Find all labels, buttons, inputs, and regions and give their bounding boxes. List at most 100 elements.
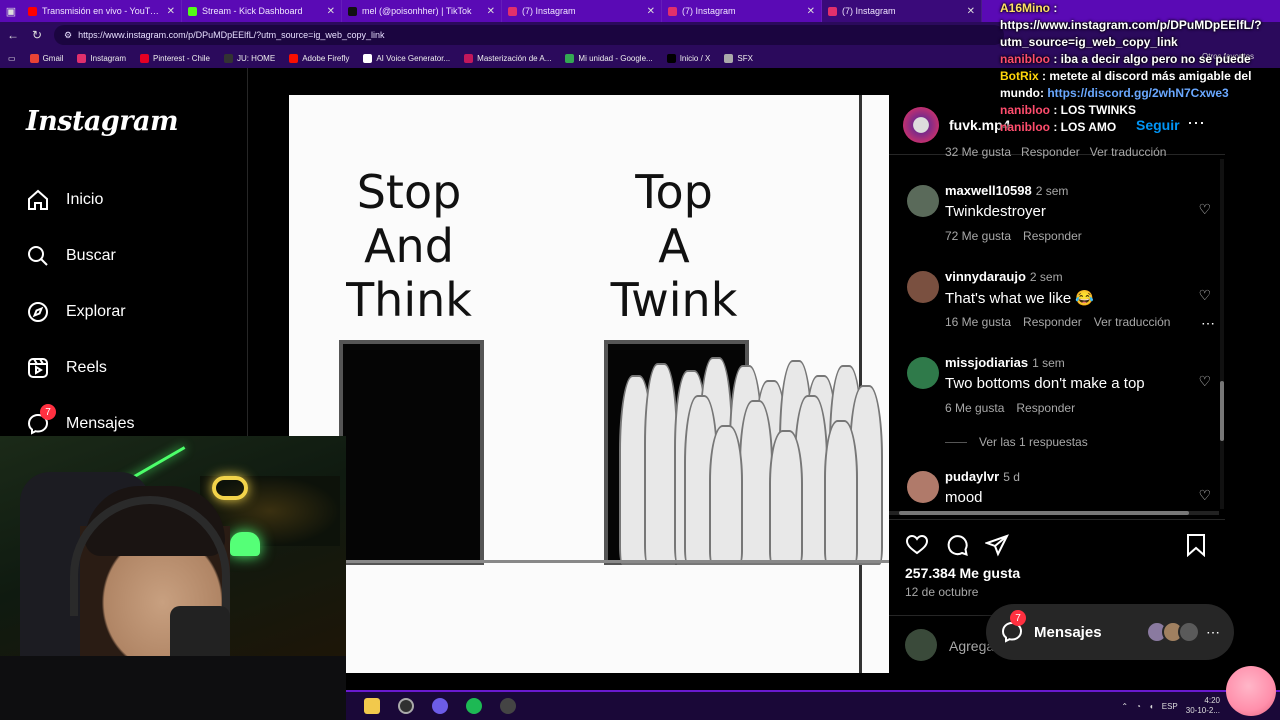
browser-tab[interactable]: Transmisión en vivo - YouTube St ✕ — [22, 0, 182, 22]
discord-icon[interactable] — [432, 698, 448, 714]
author-avatar[interactable] — [903, 107, 939, 143]
obs-icon[interactable] — [398, 698, 414, 714]
sidebar-item-buscar[interactable]: Buscar — [26, 244, 116, 268]
reply-button[interactable]: Responder — [1023, 229, 1082, 243]
file-explorer-icon[interactable] — [364, 698, 380, 714]
sidebar-item-label: Reels — [66, 359, 107, 376]
language-indicator[interactable]: ESP — [1162, 702, 1178, 711]
browser-tab[interactable]: (7) Instagram ✕ — [502, 0, 662, 22]
sidebar-item-explorar[interactable]: Explorar — [26, 300, 126, 324]
like-heart-icon[interactable] — [905, 533, 929, 557]
reload-icon[interactable]: ↻ — [30, 28, 44, 42]
browser-tab[interactable]: mel (@poisonhher) | TikTok ✕ — [342, 0, 502, 22]
close-icon[interactable]: ✕ — [647, 6, 655, 17]
chat-text: https://www.instagram.com/p/DPuMDpEElfL/… — [1000, 18, 1262, 49]
bookmark-item[interactable]: Gmail — [29, 53, 63, 63]
bookmarks-menu-icon[interactable]: ▭ — [8, 54, 16, 63]
sidebar-item-inicio[interactable]: Inicio — [26, 188, 103, 212]
bookmark-label: Inicio / X — [679, 53, 711, 63]
crowd-person — [709, 425, 743, 565]
app-icon[interactable] — [500, 698, 516, 714]
site-info-icon[interactable]: ⚙ — [64, 30, 72, 41]
heart-icon[interactable]: ♡ — [1198, 487, 1211, 504]
clock-time: 4:20 — [1204, 696, 1220, 705]
comment-meta: 72 Me gusta Responder — [945, 229, 1082, 243]
heart-icon[interactable]: ♡ — [1198, 287, 1211, 304]
back-icon[interactable]: ← — [6, 28, 20, 42]
commenter-username[interactable]: maxwell10598 — [945, 183, 1032, 198]
commenter-username[interactable]: missjodiarias — [945, 355, 1028, 370]
bookmark-item[interactable]: Pinterest - Chile — [140, 53, 210, 63]
clock[interactable]: 4:20 30-10-2... — [1186, 696, 1220, 716]
bookmark-item[interactable]: Masterización de A... — [464, 53, 551, 63]
view-replies-button[interactable]: Ver las 1 respuestas — [945, 435, 1088, 449]
sidebar-item-mensajes[interactable]: 7 Mensajes — [26, 404, 134, 436]
bookmark-icon[interactable] — [1185, 533, 1207, 557]
bookmark-item[interactable]: Mi unidad - Google... — [565, 53, 653, 63]
meme-text-right: Top A Twink — [610, 165, 738, 327]
comment-item: vinnydaraujo 2 sem That's what we like 😂 … — [907, 269, 1219, 339]
commenter-avatar[interactable] — [907, 357, 939, 389]
volume-icon[interactable]: ◖ — [1149, 702, 1154, 711]
post-image[interactable]: Stop And Think Top A Twink — [289, 95, 889, 673]
bookmark-item[interactable]: Inicio / X — [666, 53, 711, 63]
heart-icon[interactable]: ♡ — [1198, 373, 1211, 390]
browser-tab[interactable]: Stream - Kick Dashboard ✕ — [182, 0, 342, 22]
url-field[interactable]: ⚙ https://www.instagram.com/p/DPuMDpEElf… — [54, 25, 1004, 45]
commenter-username[interactable]: vinnydaraujo — [945, 269, 1026, 284]
close-icon[interactable]: ✕ — [167, 6, 175, 17]
messages-pill[interactable]: 7 Mensajes ⋯ — [986, 604, 1234, 660]
image-border-line — [859, 95, 862, 673]
hscroll-thumb[interactable] — [899, 511, 1189, 515]
browser-tab[interactable]: (7) Instagram ✕ — [822, 0, 982, 22]
wifi-icon[interactable]: ◔ — [1136, 702, 1141, 711]
translate-button[interactable]: Ver traducción — [1094, 315, 1171, 329]
bookmark-item[interactable]: AI Voice Generator... — [363, 53, 450, 63]
more-options-icon[interactable]: ⋯ — [1201, 315, 1215, 332]
comment-icon[interactable] — [945, 533, 969, 557]
instagram-logo[interactable]: Instagram — [26, 106, 179, 137]
close-icon[interactable]: ✕ — [967, 6, 975, 17]
comment-likes[interactable]: 16 Me gusta — [945, 315, 1011, 329]
share-icon[interactable] — [985, 533, 1009, 557]
tab-favicon-icon — [28, 6, 37, 16]
commenter-avatar[interactable] — [907, 185, 939, 217]
total-likes[interactable]: 257.384 Me gusta — [905, 565, 1020, 581]
chat-link[interactable]: https://discord.gg/2whN7Cxwe3 — [1047, 86, 1228, 100]
search-icon — [28, 246, 48, 266]
chat-separator: : — [1038, 69, 1050, 83]
commenter-avatar[interactable] — [907, 271, 939, 303]
stream-chat-overlay: A16Mino : https://www.instagram.com/p/DP… — [996, 0, 1280, 155]
close-icon[interactable]: ✕ — [487, 6, 495, 17]
commenter-username[interactable]: pudaylvr — [945, 469, 999, 484]
horizontal-scrollbar[interactable] — [889, 511, 1219, 515]
more-icon[interactable]: ⋯ — [1206, 624, 1220, 641]
comment-meta: 16 Me gusta Responder Ver traducción — [945, 315, 1170, 329]
comments-scrollbar[interactable] — [1220, 159, 1224, 509]
bookmark-item[interactable]: SFX — [724, 53, 753, 63]
browser-tab[interactable]: (7) Instagram ✕ — [662, 0, 822, 22]
close-icon[interactable]: ✕ — [807, 6, 815, 17]
bookmark-item[interactable]: Adobe Firefly — [289, 53, 349, 63]
bookmark-label: JU: HOME — [236, 53, 276, 63]
bookmark-item[interactable]: Instagram — [77, 53, 126, 63]
sidebar-item-label: Inicio — [66, 191, 104, 208]
comment-likes[interactable]: 6 Me gusta — [945, 401, 1004, 415]
heart-icon[interactable]: ♡ — [1198, 201, 1211, 218]
bookmark-label: SFX — [737, 53, 753, 63]
close-icon[interactable]: ✕ — [327, 6, 335, 17]
chat-separator: : — [1050, 1, 1058, 15]
comment-likes[interactable]: 72 Me gusta — [945, 229, 1011, 243]
chat-message: BotRix : metete al discord más amigable … — [996, 68, 1280, 102]
sidebar-item-reels[interactable]: Reels — [26, 356, 107, 380]
spotify-icon[interactable] — [466, 698, 482, 714]
comment-header: vinnydaraujo 2 sem — [945, 269, 1063, 284]
commenter-avatar[interactable] — [907, 471, 939, 503]
window-menu-icon[interactable]: ▣ — [0, 0, 22, 22]
scrollbar-thumb[interactable] — [1220, 381, 1224, 441]
reply-button[interactable]: Responder — [1023, 315, 1082, 329]
bookmark-item[interactable]: JU: HOME — [223, 53, 276, 63]
chevron-up-icon[interactable]: ⌃ — [1121, 702, 1128, 711]
reply-button[interactable]: Responder — [1016, 401, 1075, 415]
chat-text: LOS TWINKS — [1060, 103, 1136, 117]
